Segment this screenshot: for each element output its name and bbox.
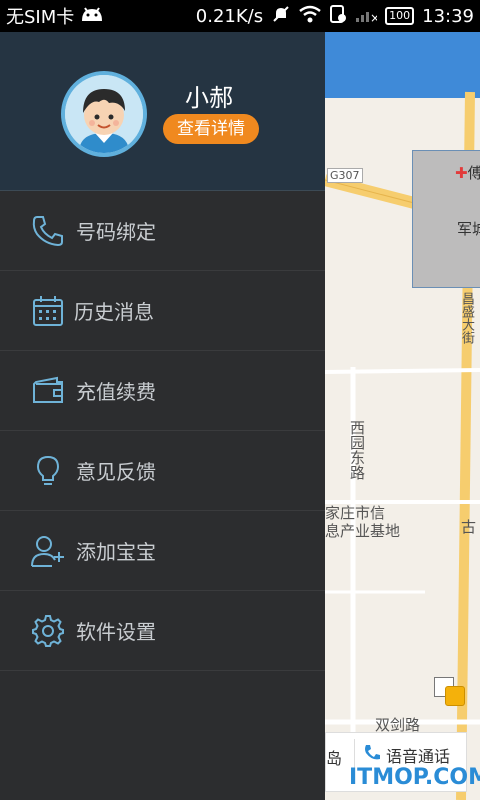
- mute-icon: [271, 4, 291, 29]
- network-speed: 0.21K/s: [195, 5, 264, 27]
- menu-item-recharge[interactable]: 充值续费: [0, 351, 325, 431]
- wallet-icon: [30, 373, 66, 409]
- street-vertical-label: 昌盛大街: [459, 292, 474, 344]
- menu-label: 充值续费: [76, 380, 156, 404]
- gear-icon: [30, 613, 66, 649]
- wifi-icon: [299, 5, 321, 28]
- drawer-menu: 号码绑定 历史消息 充值续费 意见反馈 添加宝宝 软件设置: [0, 191, 325, 671]
- phone-icon: [30, 213, 66, 249]
- battery-icon: 100: [385, 7, 415, 25]
- road-g307-label: G307: [327, 168, 363, 183]
- svg-text:×: ×: [370, 11, 377, 23]
- map-roads: [325, 91, 480, 800]
- avatar[interactable]: [61, 71, 147, 157]
- menu-item-settings[interactable]: 软件设置: [0, 591, 325, 671]
- user-name: 小郝: [185, 84, 233, 112]
- street-west-label: 西园东路: [348, 420, 366, 480]
- clock: 13:39: [422, 5, 474, 27]
- bottom-left-text: 岛: [326, 749, 343, 768]
- add-person-icon: [30, 533, 66, 569]
- map-poi-2: 军城: [457, 220, 480, 238]
- menu-item-history-messages[interactable]: 历史消息: [0, 271, 325, 351]
- hospital-icon: ✚: [455, 164, 468, 182]
- menu-label: 软件设置: [76, 620, 156, 644]
- map-poi-1-text: 傅山: [467, 164, 480, 182]
- view-details-button[interactable]: 查看详情: [163, 114, 259, 144]
- menu-label: 意见反馈: [76, 460, 156, 484]
- sim-error-icon: [329, 4, 347, 29]
- signal-icon: ×: [355, 5, 380, 28]
- navigation-drawer: 小郝 查看详情 号码绑定 历史消息 充值续费 意见反馈 添加宝宝 软件设置: [0, 32, 325, 800]
- menu-label: 历史消息: [74, 300, 154, 324]
- menu-item-number-binding[interactable]: 号码绑定: [0, 191, 325, 271]
- menu-item-add-baby[interactable]: 添加宝宝: [0, 511, 325, 591]
- menu-label: 号码绑定: [76, 220, 156, 244]
- phone-call-icon: [362, 743, 382, 767]
- lightbulb-icon: [30, 453, 66, 489]
- carrier-text: 无SIM卡: [6, 7, 75, 28]
- location-pin-icon[interactable]: [445, 686, 465, 706]
- android-icon: [80, 5, 104, 28]
- voice-call-button[interactable]: 语音通话: [362, 743, 450, 767]
- map-poi-3b: 息产业基地: [325, 522, 401, 540]
- map-poi-1: ✚傅山: [455, 162, 480, 183]
- voice-call-label: 语音通话: [386, 747, 451, 766]
- map-view[interactable]: G307 ✚傅山 军城 昌盛大街 西园东路 家庄市信 息产业基地 古 双剑路 岛…: [325, 32, 480, 800]
- calendar-icon: [30, 293, 66, 329]
- menu-item-feedback[interactable]: 意见反馈: [0, 431, 325, 511]
- status-bar: 无SIM卡 0.21K/s × 100 13:39: [0, 0, 480, 32]
- watermark: ITMOP.COM: [349, 765, 480, 790]
- map-poi-4: 古: [461, 518, 477, 536]
- profile-header: 小郝 查看详情: [0, 32, 325, 191]
- menu-label: 添加宝宝: [76, 540, 156, 564]
